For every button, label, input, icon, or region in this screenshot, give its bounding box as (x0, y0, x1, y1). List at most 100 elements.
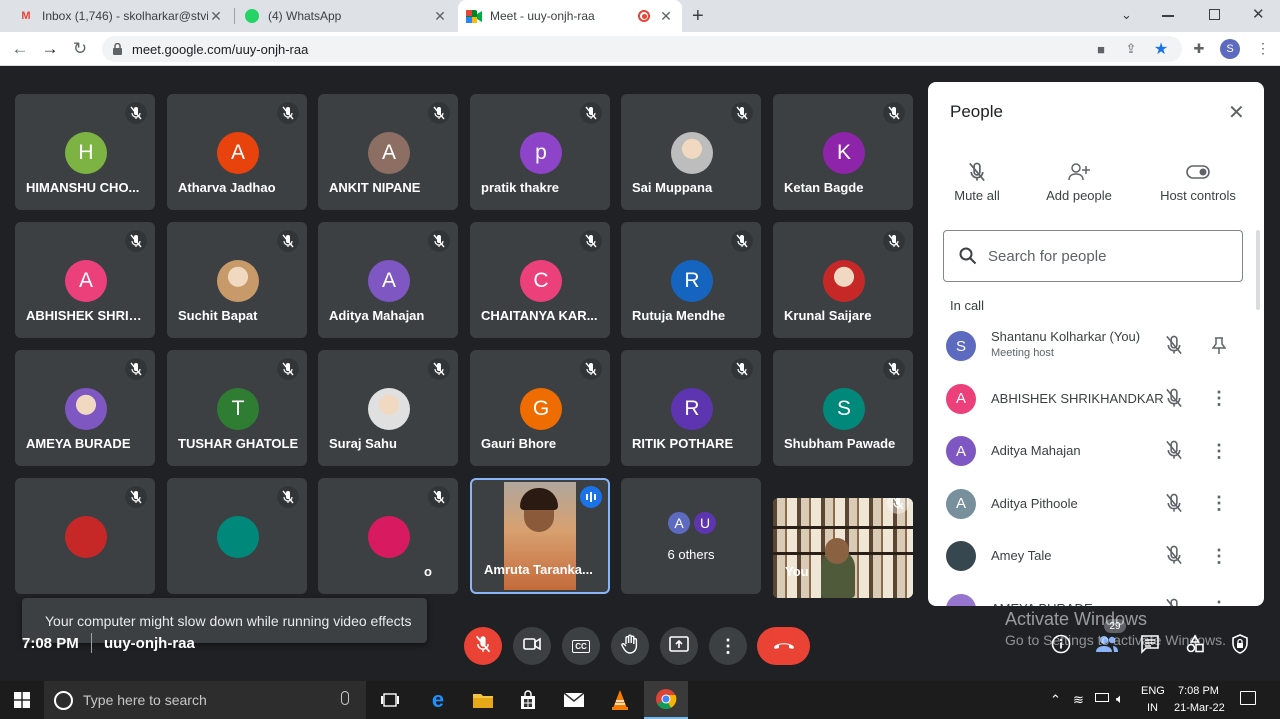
participant-name: RITIK POTHARE (632, 436, 734, 451)
others-tile[interactable]: A U 6 others (621, 478, 761, 594)
camera-icon[interactable]: ■ (1092, 40, 1110, 58)
forward-button[interactable]: → (39, 38, 61, 60)
reload-button[interactable]: ↻ (69, 38, 91, 60)
participant-tile[interactable]: R Rutuja Mendhe (621, 222, 761, 338)
more-vert-icon[interactable]: ⋮ (1208, 493, 1230, 515)
maximize-button[interactable] (1209, 9, 1220, 20)
mic-off-icon[interactable] (1164, 335, 1186, 357)
participant-row[interactable]: Amey Tale ⋮ (928, 530, 1264, 582)
more-options-button[interactable]: ⋮ (709, 627, 747, 665)
participant-tile[interactable]: C CHAITANYA KAR... (470, 222, 610, 338)
vlc-icon[interactable] (598, 681, 642, 719)
close-icon[interactable]: ✕ (658, 8, 674, 25)
menu-icon[interactable]: ⋮ (1256, 40, 1270, 57)
minimize-button[interactable] (1162, 15, 1174, 17)
file-explorer-icon[interactable] (461, 681, 505, 719)
volume-icon[interactable]: 🔈︎ (1116, 691, 1124, 707)
extensions-icon[interactable]: ✚ (1190, 40, 1208, 58)
more-vert-icon[interactable]: ⋮ (1208, 598, 1230, 606)
mic-off-icon[interactable] (1164, 493, 1186, 515)
window-close-button[interactable]: ✕ (1252, 5, 1265, 23)
participant-tile[interactable]: G Gauri Bhore (470, 350, 610, 466)
action-label: Add people (1046, 188, 1112, 203)
taskbar-time[interactable]: 7:08 PM (1178, 685, 1219, 697)
mail-icon[interactable] (552, 681, 596, 719)
mic-off-icon[interactable] (1164, 598, 1186, 606)
close-icon[interactable]: ✕ (208, 8, 224, 25)
participant-tile[interactable]: T TUSHAR GHATOLE (167, 350, 307, 466)
battery-icon[interactable] (1095, 693, 1109, 702)
host-controls-button[interactable]: Host controls (1150, 156, 1246, 203)
tab-search-icon[interactable]: ⌄ (1121, 7, 1132, 23)
chrome-icon[interactable] (644, 681, 688, 719)
self-view-tile[interactable]: You (773, 498, 913, 598)
participant-row[interactable]: A Aditya Pithoole ⋮ (928, 478, 1264, 530)
back-button[interactable]: ← (9, 38, 31, 60)
participant-row[interactable]: A ABHISHEK SHRIKHANDKAR ⋮ (928, 373, 1264, 425)
task-view-icon[interactable] (368, 681, 412, 719)
more-vert-icon[interactable]: ⋮ (1208, 545, 1230, 567)
mic-off-icon[interactable] (1164, 388, 1186, 410)
participant-tile[interactable]: Suraj Sahu (318, 350, 458, 466)
mute-all-button[interactable]: Mute all (942, 156, 1012, 203)
share-icon[interactable]: ⇪ (1122, 40, 1140, 58)
leave-call-button[interactable] (757, 627, 810, 665)
profile-avatar[interactable]: S (1220, 39, 1240, 59)
participant-tile[interactable]: A Aditya Mahajan (318, 222, 458, 338)
scrollbar[interactable] (1256, 230, 1260, 310)
participant-tile[interactable]: R RITIK POTHARE (621, 350, 761, 466)
participant-row[interactable]: AMEYA BURADE ⋮ (928, 583, 1264, 606)
lock-icon (113, 42, 122, 55)
store-icon[interactable] (506, 681, 550, 719)
address-bar[interactable]: meet.google.com/uuy-onjh-raa ■ ⇪ ★ (102, 36, 1182, 62)
microphone-icon[interactable] (341, 691, 349, 705)
participant-tile[interactable] (15, 478, 155, 594)
participant-tile[interactable]: o (318, 478, 458, 594)
participant-tile[interactable]: K Ketan Bagde (773, 94, 913, 210)
taskbar-date[interactable]: 21-Mar-22 (1174, 702, 1225, 714)
participant-tile[interactable]: Suchit Bapat (167, 222, 307, 338)
input-language[interactable]: ENG (1141, 685, 1165, 697)
host-safety-icon[interactable] (1225, 629, 1255, 659)
taskbar-search-box[interactable]: Type here to search (44, 681, 366, 719)
add-people-button[interactable]: Add people (1038, 156, 1120, 203)
edge-icon[interactable]: e (416, 681, 460, 719)
avatar: G (520, 388, 562, 430)
participant-row[interactable]: A Aditya Mahajan ⋮ (928, 425, 1264, 477)
participant-tile[interactable]: AMEYA BURADE (15, 350, 155, 466)
notification-icon[interactable] (1240, 691, 1256, 705)
participant-tile[interactable]: A Atharva Jadhao (167, 94, 307, 210)
participant-row[interactable]: S Shantanu Kolharkar (You) Meeting host (928, 320, 1264, 372)
windows-start-button[interactable] (0, 681, 44, 719)
new-tab-button[interactable]: + (692, 5, 704, 28)
chevron-up-icon[interactable]: ⌃ (1050, 692, 1061, 708)
tab-meet[interactable]: Meet - uuy-onjh-raa ✕ (458, 0, 682, 32)
mic-off-icon[interactable] (1164, 440, 1186, 462)
more-vert-icon[interactable]: ⋮ (1208, 440, 1230, 462)
participant-tile[interactable]: A ANKIT NIPANE (318, 94, 458, 210)
active-speaker-tile[interactable]: Amruta Taranka... (470, 478, 610, 594)
tab-gmail[interactable]: M Inbox (1,746) - skolharkar@stvin ✕ (10, 0, 232, 32)
close-icon[interactable]: ✕ (432, 8, 448, 25)
participant-tile[interactable] (167, 478, 307, 594)
mic-off-icon[interactable] (1164, 545, 1186, 567)
participant-tile[interactable]: H HIMANSHU CHO... (15, 94, 155, 210)
pin-icon[interactable] (1208, 335, 1230, 357)
participant-tile[interactable]: S Shubham Pawade (773, 350, 913, 466)
camera-toggle-button[interactable] (513, 627, 551, 665)
captions-button[interactable]: CC (562, 627, 600, 665)
search-people-input[interactable]: Search for people (943, 230, 1243, 282)
bookmark-star-icon[interactable]: ★ (1152, 40, 1170, 58)
panel-title: People (950, 102, 1003, 121)
more-vert-icon[interactable]: ⋮ (1208, 388, 1230, 410)
present-button[interactable] (660, 627, 698, 665)
raise-hand-button[interactable] (611, 627, 649, 665)
network-icon[interactable]: ≋ (1073, 692, 1084, 708)
mic-toggle-button[interactable] (464, 627, 502, 665)
close-panel-button[interactable]: ✕ (1228, 100, 1245, 125)
participant-tile[interactable]: A ABHISHEK SHRIK... (15, 222, 155, 338)
participant-tile[interactable]: p pratik thakre (470, 94, 610, 210)
tab-whatsapp[interactable]: (4) WhatsApp ✕ (236, 0, 456, 32)
participant-tile[interactable]: Krunal Saijare (773, 222, 913, 338)
participant-tile[interactable]: Sai Muppana (621, 94, 761, 210)
